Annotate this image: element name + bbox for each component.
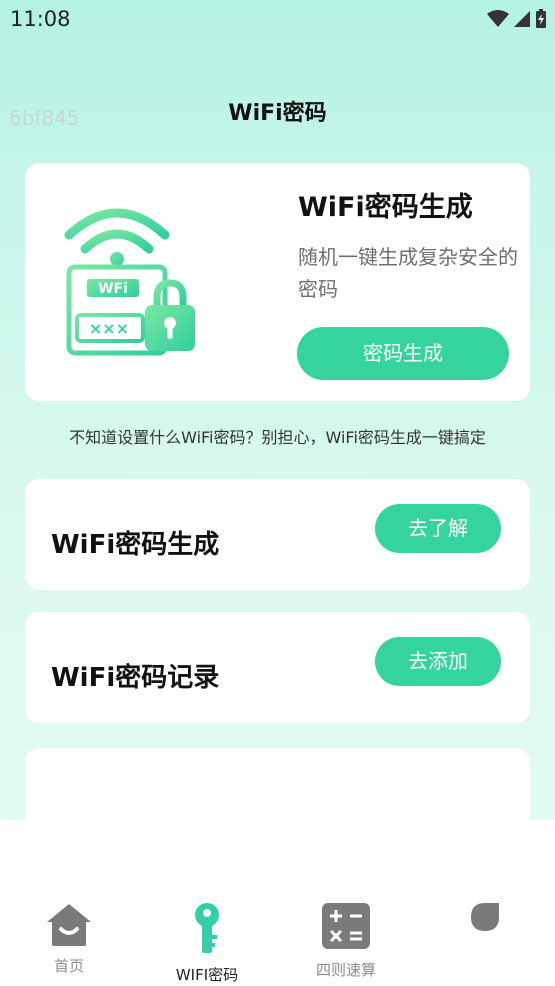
hero-card: WFi ××× WiFi密码生成 随机一键生成复杂安全的密码 密码生成	[25, 163, 530, 401]
hero-description: 随机一键生成复杂安全的密码	[298, 245, 518, 301]
nav-item-wifi-password[interactable]: WIFI密码	[147, 903, 267, 985]
nav-label-calculator: 四则速算	[315, 961, 376, 979]
feature-label-generate: WiFi密码生成	[51, 530, 220, 560]
illustration-badge-text: WFi	[98, 281, 128, 297]
status-bar: 11:08	[0, 0, 555, 40]
status-time: 11:08	[10, 7, 71, 31]
feature-card-record: WiFi密码记录 去添加	[25, 612, 530, 723]
nav-item-home[interactable]: 首页	[9, 902, 129, 976]
feature-card-generate: WiFi密码生成 去了解	[25, 479, 530, 590]
nav-label-home: 首页	[53, 957, 84, 975]
leaf-icon	[425, 902, 545, 936]
learn-more-button[interactable]: 去了解	[375, 504, 501, 553]
feature-label-record: WiFi密码记录	[51, 663, 220, 693]
nav-item-calculator[interactable]: 四则速算	[286, 902, 406, 980]
page-title: WiFi密码	[228, 101, 327, 126]
illustration-password-mask: ×××	[89, 319, 129, 338]
add-record-button[interactable]: 去添加	[375, 637, 501, 686]
hint-text: 不知道设置什么WiFi密码？别担心，WiFi密码生成一键搞定	[69, 428, 486, 447]
wifi-signal-icon	[487, 10, 509, 28]
home-icon	[9, 902, 129, 950]
cell-signal-icon	[513, 10, 531, 28]
calculator-icon	[286, 902, 406, 954]
bottom-nav: 首页 WIFI密码 四则速算	[0, 820, 555, 986]
nav-item-extra[interactable]	[425, 902, 545, 941]
hero-title: WiFi密码生成	[298, 192, 473, 223]
nav-label-wifi-password: WIFI密码	[175, 966, 239, 984]
wifi-lock-illustration: WFi ×××	[63, 203, 203, 363]
key-icon	[147, 903, 267, 959]
battery-icon	[535, 9, 547, 29]
status-icons	[487, 8, 547, 30]
generate-password-button[interactable]: 密码生成	[297, 327, 509, 380]
